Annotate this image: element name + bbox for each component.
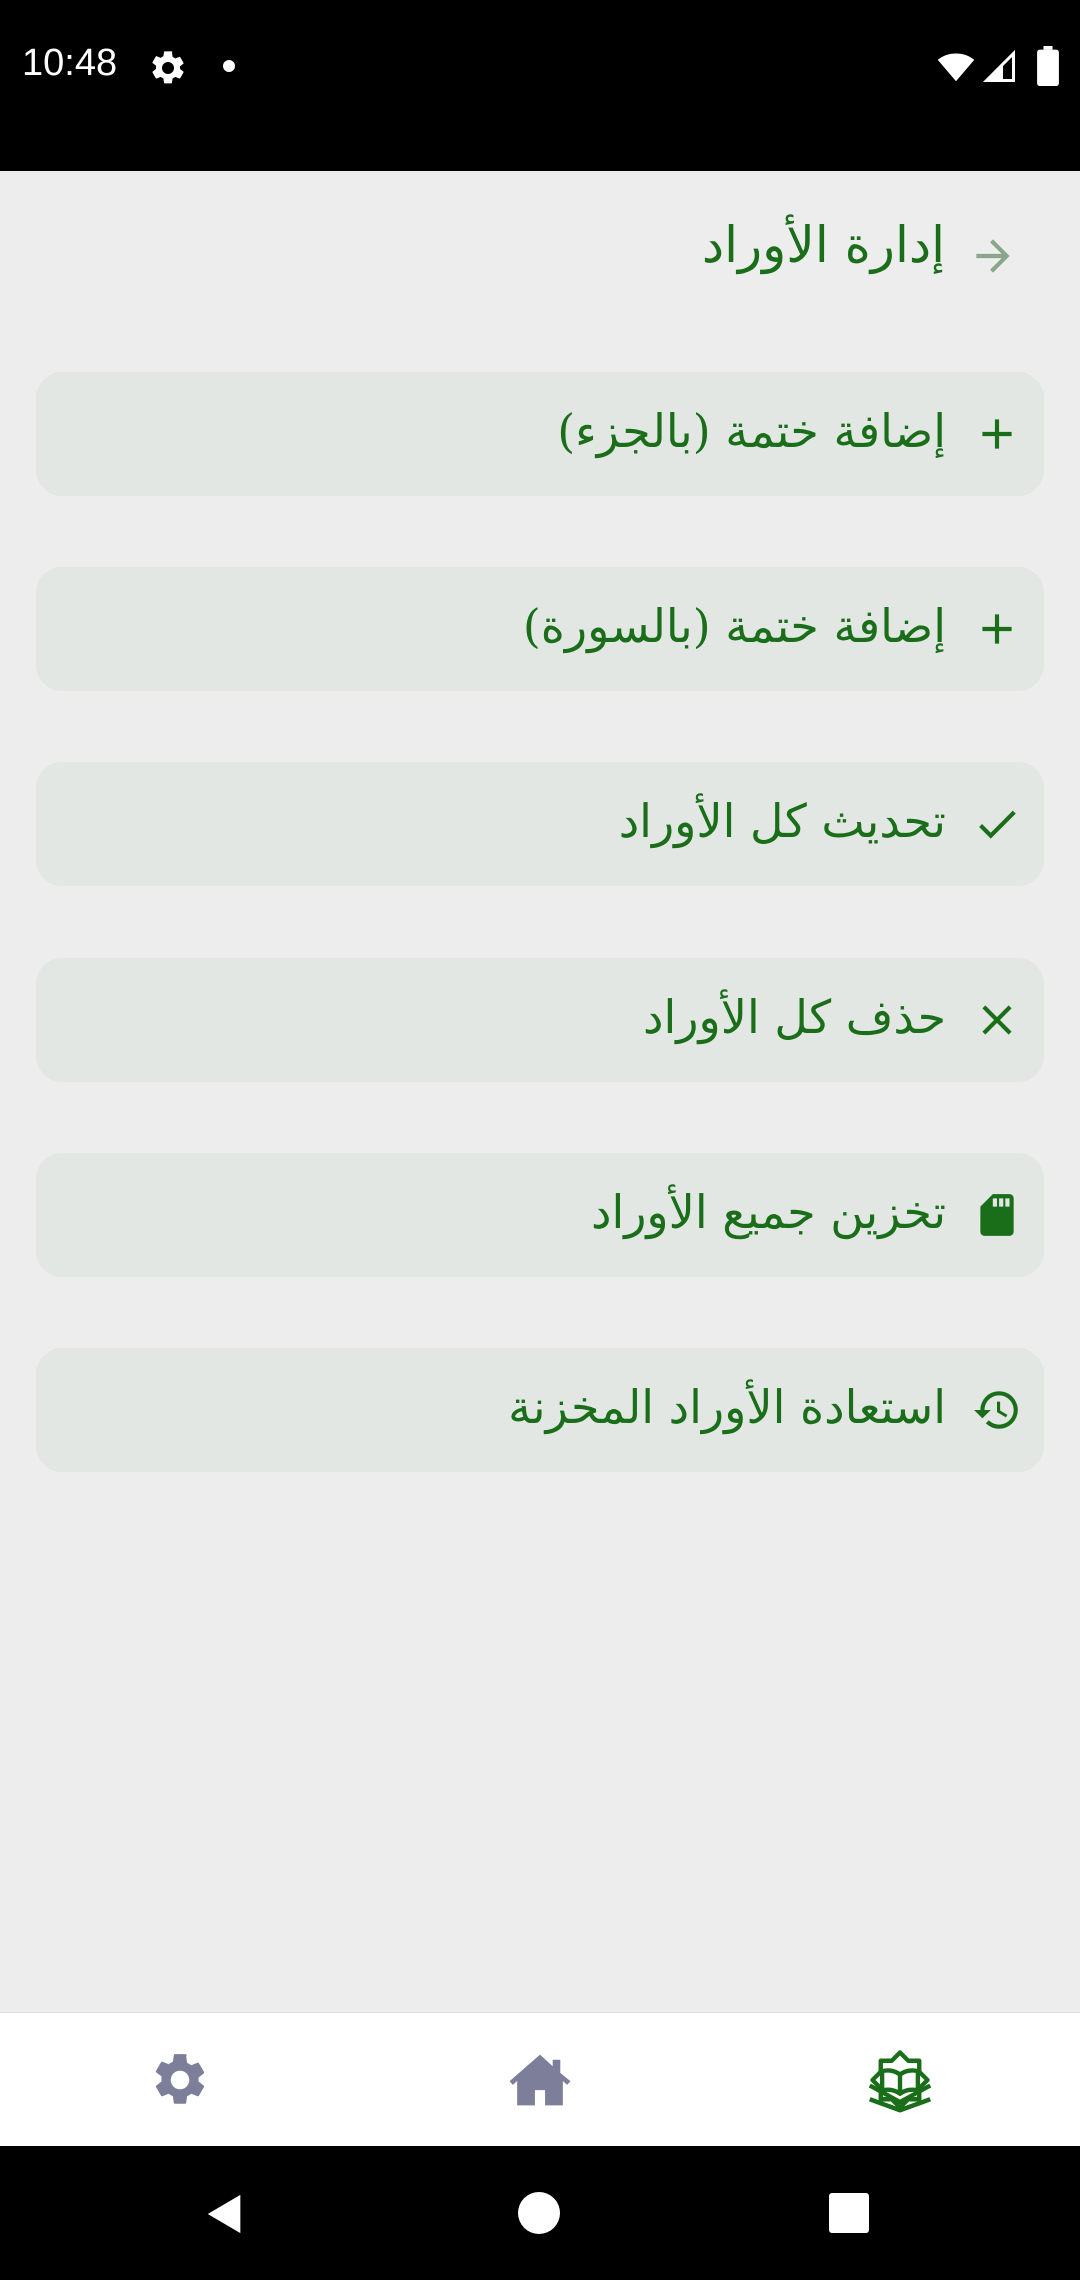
action-label: إضافة ختمة (بالجزء) xyxy=(557,404,946,458)
nav-awrad[interactable] xyxy=(720,2013,1080,2147)
battery-icon xyxy=(1037,46,1059,86)
settings-status-icon xyxy=(152,51,184,84)
header: إدارة الأوراد xyxy=(0,171,1080,331)
restore-stored-awrad-button[interactable]: استعادة الأوراد المخزنة xyxy=(36,1348,1044,1472)
check-icon xyxy=(979,810,1016,839)
sd-card-icon xyxy=(980,1194,1014,1236)
delete-all-awrad-button[interactable]: حذف كل الأوراد xyxy=(36,958,1044,1082)
notification-dot-icon xyxy=(223,60,235,72)
arrow-right-icon[interactable] xyxy=(968,231,1018,281)
bottom-navigation xyxy=(0,2012,1080,2147)
main-content: إدارة الأوراد إضافة ختمة (بالجزء) إضافة … xyxy=(0,171,1080,2011)
add-khatma-by-surah-button[interactable]: إضافة ختمة (بالسورة) xyxy=(36,567,1044,691)
system-navigation-bar xyxy=(0,2146,1080,2280)
action-label: تحديث كل الأوراد xyxy=(618,794,946,848)
plus-icon xyxy=(982,614,1012,644)
update-all-awrad-button[interactable]: تحديث كل الأوراد xyxy=(36,762,1044,886)
home-icon xyxy=(509,2054,571,2106)
action-label: إضافة ختمة (بالسورة) xyxy=(522,599,946,653)
quran-book-icon xyxy=(868,2050,932,2113)
add-khatma-by-juz-button[interactable]: إضافة ختمة (بالجزء) xyxy=(36,372,1044,496)
history-icon xyxy=(974,1391,1018,1429)
gear-icon xyxy=(155,2054,205,2104)
status-bar: 10:48 xyxy=(0,0,1080,171)
cell-signal-icon xyxy=(982,49,1015,82)
nav-settings[interactable] xyxy=(0,2013,360,2147)
page-title: إدارة الأوراد xyxy=(701,216,945,274)
status-time: 10:48 xyxy=(22,42,118,84)
system-back-icon[interactable] xyxy=(202,2190,248,2238)
plus-icon xyxy=(982,419,1012,449)
action-label: استعادة الأوراد المخزنة xyxy=(508,1380,946,1434)
close-icon xyxy=(982,1005,1012,1035)
action-label: تخزين جميع الأوراد xyxy=(590,1185,946,1239)
action-label: حذف كل الأوراد xyxy=(643,990,946,1044)
store-all-awrad-button[interactable]: تخزين جميع الأوراد xyxy=(36,1153,1044,1277)
system-recents-icon[interactable] xyxy=(829,2193,869,2233)
nav-home[interactable] xyxy=(360,2013,720,2147)
system-home-icon[interactable] xyxy=(518,2192,560,2234)
wifi-icon xyxy=(937,53,975,82)
